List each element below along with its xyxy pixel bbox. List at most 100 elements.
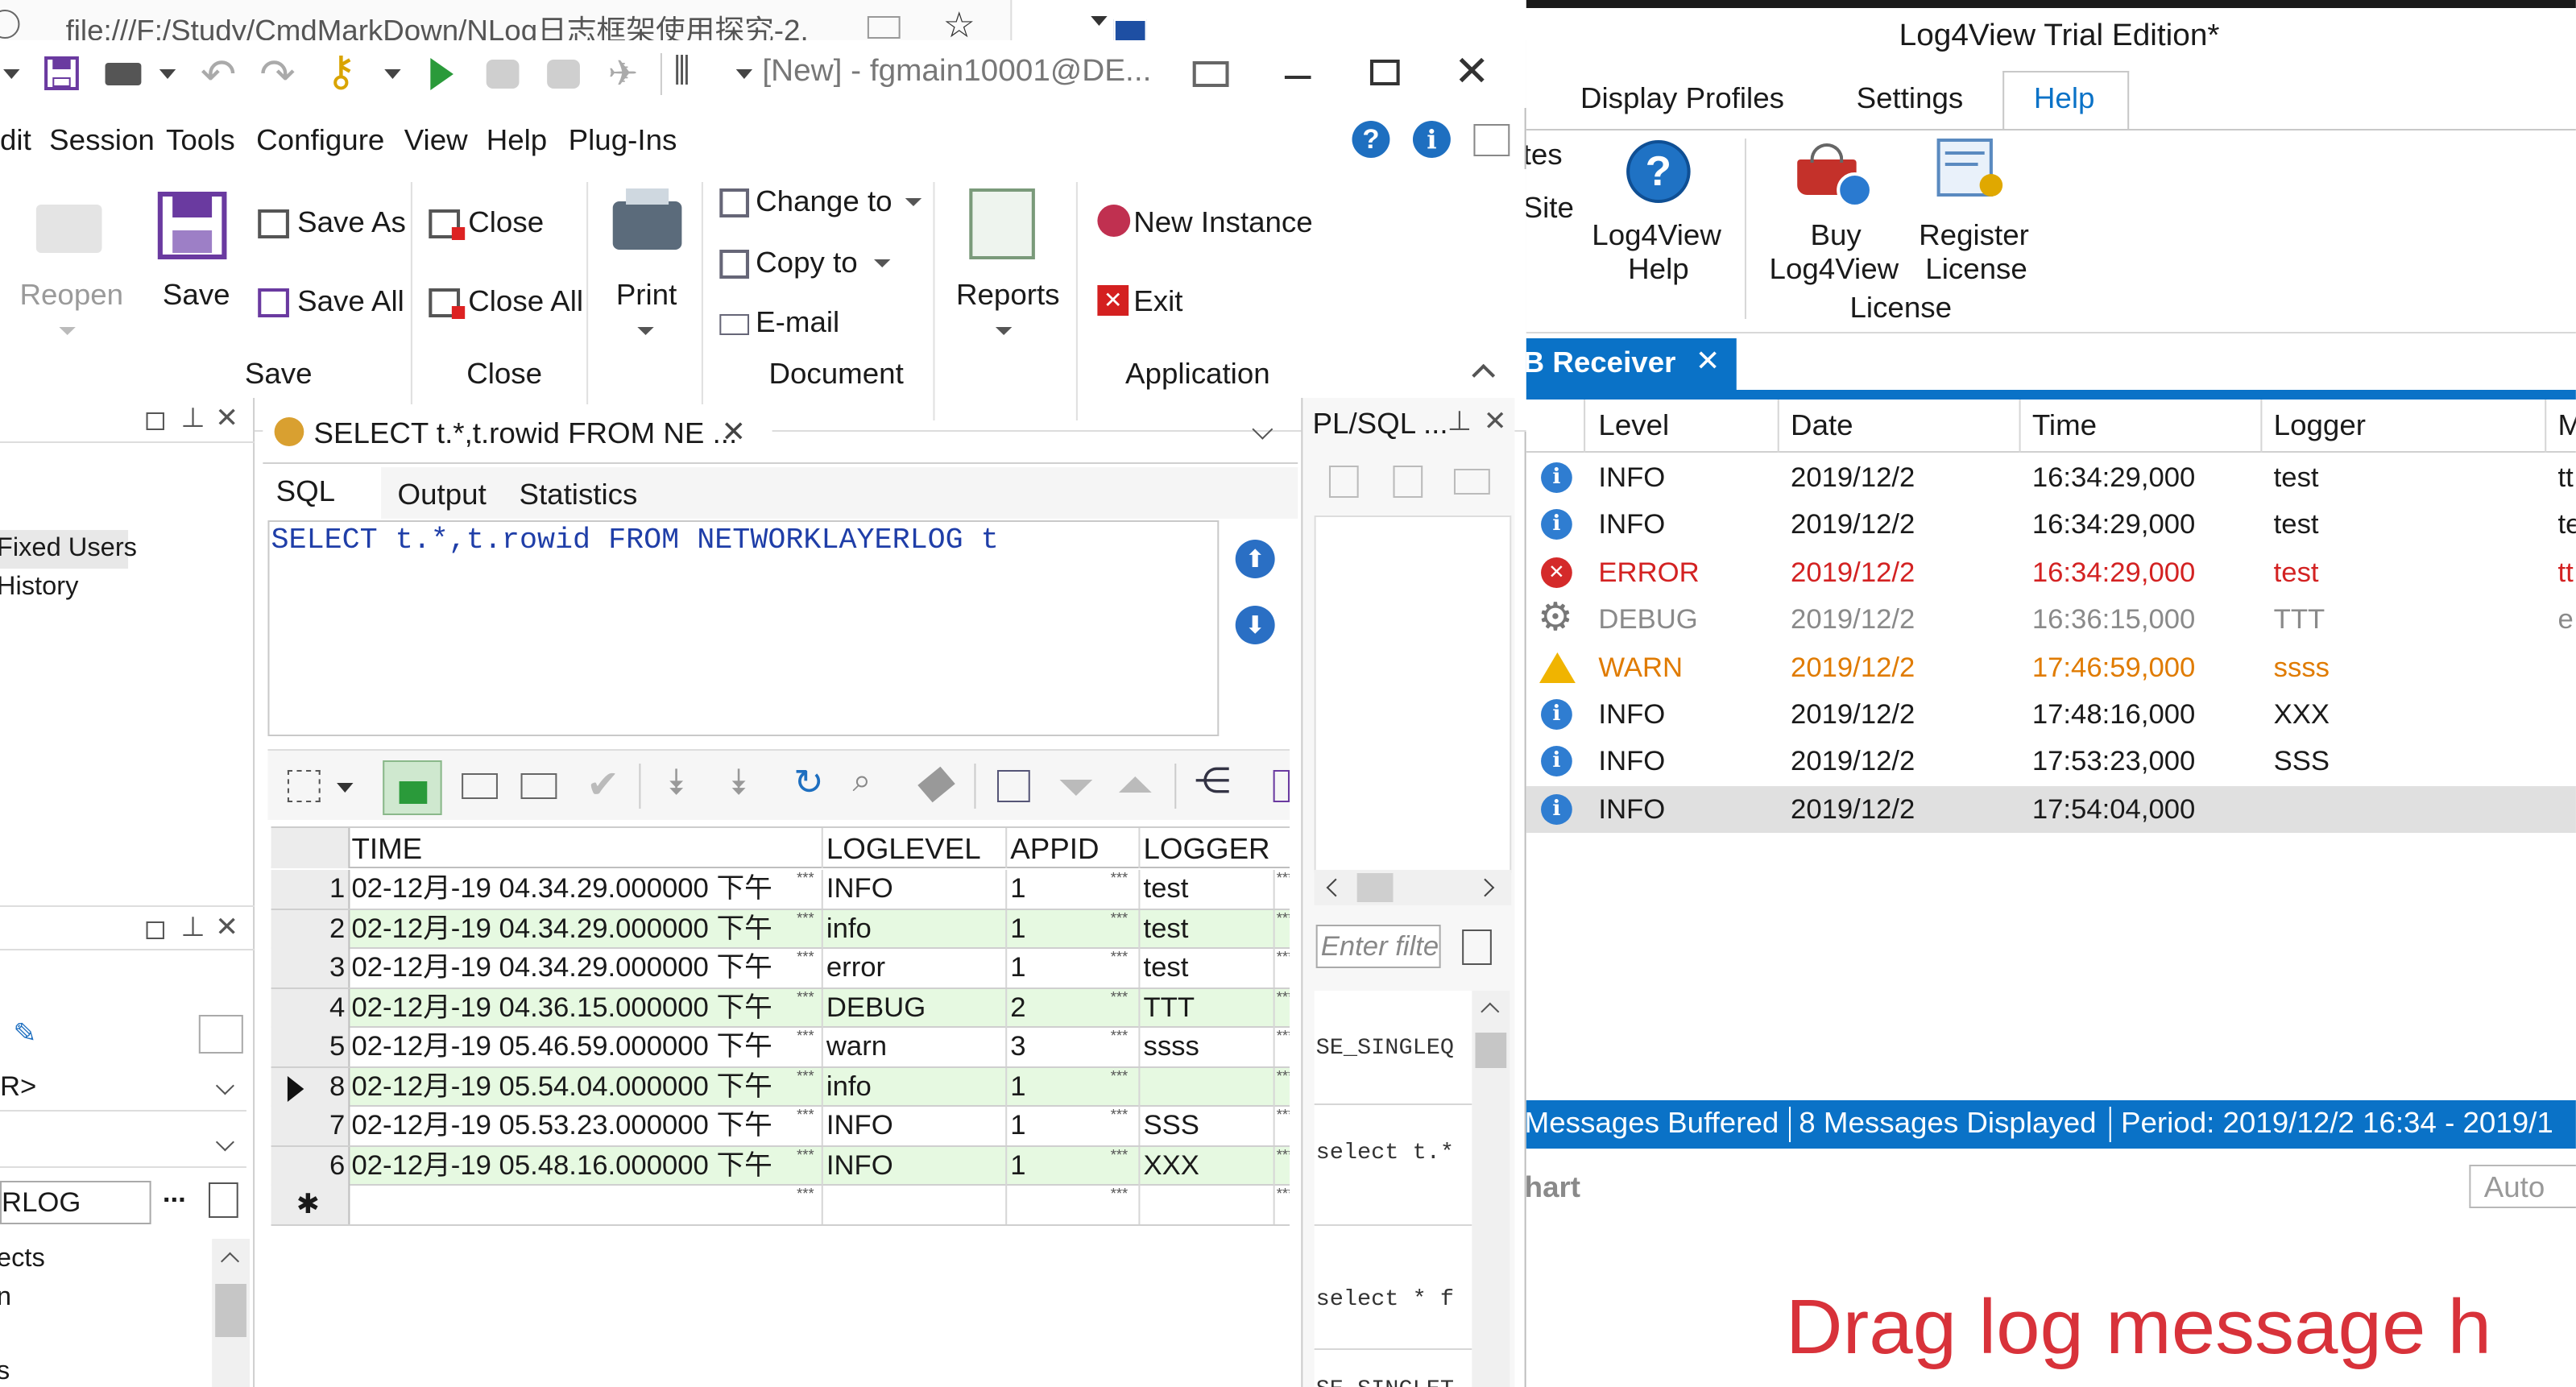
table-row[interactable]: 1 02-12月-19 04.34.29.000000 下午 INFO 1 test **… [271, 870, 1290, 909]
chevron-down-icon[interactable] [995, 327, 1013, 335]
log-cell-time[interactable]: 16:36:15,000 [2032, 596, 2195, 643]
tree-item[interactable]: s [0, 1358, 10, 1387]
chevron-down-icon[interactable] [905, 198, 922, 206]
log-cell-level[interactable]: ERROR [1598, 549, 1699, 596]
cell-expand-marker[interactable]: *** [1111, 1146, 1128, 1162]
cell-time[interactable]: 02-12月-19 04.34.29.000000 下午 [351, 949, 818, 987]
new-instance-button[interactable]: New Instance [1133, 206, 1312, 240]
pin-icon[interactable]: ⊥ [180, 403, 205, 435]
cell-expand-marker[interactable]: *** [1111, 1028, 1128, 1044]
cell-expand-marker[interactable]: *** [1111, 949, 1128, 965]
chevron-down-icon[interactable] [59, 327, 76, 335]
reports-button[interactable]: Reports [956, 279, 1060, 313]
column-message[interactable]: M [2558, 409, 2576, 443]
chevron-down-icon[interactable] [637, 327, 654, 335]
cell-expand-marker[interactable]: *** [797, 1067, 814, 1083]
print-icon[interactable] [105, 63, 142, 85]
cell-expand-marker[interactable]: *** [797, 1028, 814, 1044]
key-icon[interactable]: ⚷ [325, 47, 357, 97]
cell-expand-marker[interactable]: *** [1277, 1186, 1290, 1202]
cell-expand-marker[interactable]: *** [1277, 909, 1290, 925]
float-icon[interactable] [146, 412, 164, 430]
snippet-item[interactable]: select t.* [1316, 1141, 1454, 1166]
row-number[interactable]: 5 [271, 1028, 350, 1066]
menu-view[interactable]: View [404, 124, 468, 158]
cell-logger[interactable]: ssss [1143, 1028, 1274, 1066]
more-button[interactable]: ... [163, 1178, 186, 1210]
save-as-button[interactable]: Save As [297, 206, 406, 240]
log-cell-date[interactable]: 2019/12/2 [1791, 454, 1915, 501]
cell-expand-marker[interactable]: *** [1111, 1067, 1128, 1083]
restore-window-icon[interactable] [1192, 61, 1229, 87]
tab-settings[interactable]: Settings [1857, 82, 1964, 116]
reader-icon[interactable] [867, 16, 901, 39]
log-cell-logger[interactable]: test [2274, 454, 2319, 501]
cell-level[interactable]: INFO [826, 1107, 1004, 1145]
qat-arrow-icon[interactable] [3, 69, 20, 79]
log-cell-logger[interactable]: TTT [2274, 596, 2325, 643]
menu-session[interactable]: Session [49, 124, 155, 158]
row-number[interactable]: 7 [271, 1107, 350, 1145]
log-cell-time[interactable]: 16:34:29,000 [2032, 454, 2195, 501]
log-row[interactable]: i INFO 2019/12/2 17:54:04,000 [1526, 785, 2576, 834]
commit-icon[interactable] [486, 60, 520, 89]
print-button[interactable]: Print [616, 279, 677, 313]
select-icon[interactable] [287, 770, 321, 802]
cell-expand-marker[interactable]: *** [797, 949, 814, 965]
tree-item[interactable]: n [0, 1284, 11, 1313]
insert-record-icon[interactable] [462, 773, 498, 799]
cell-expand-marker[interactable]: *** [1111, 1107, 1128, 1123]
log-row[interactable]: i INFO 2019/12/2 17:53:23,000 SSS [1526, 739, 2576, 786]
log-cell-level[interactable]: INFO [1598, 739, 1665, 785]
sql-editor[interactable]: SELECT t.*,t.rowid FROM NETWORKLAYERLOG … [267, 520, 1220, 736]
prev-sql-button[interactable]: ⬆ [1235, 540, 1275, 578]
filter-tool-icon[interactable]: ✎ [13, 1018, 36, 1050]
reports-icon[interactable] [969, 188, 1035, 259]
log-cell-date[interactable]: 2019/12/2 [1791, 502, 1915, 549]
find-icon[interactable]: ⌕ [853, 764, 872, 801]
log-cell-msg[interactable]: te [2558, 502, 2576, 549]
cell-expand-marker[interactable]: *** [1111, 870, 1128, 886]
log-row[interactable]: i INFO 2019/12/2 17:48:16,000 XXX [1526, 691, 2576, 739]
copy-to-icon[interactable] [719, 250, 750, 279]
filter-down-icon[interactable] [1059, 780, 1093, 796]
log-cell-level[interactable]: DEBUG [1598, 596, 1697, 643]
pin-icon[interactable]: ⊥ [1447, 406, 1472, 438]
undo-icon[interactable]: ↶ [201, 50, 236, 100]
cell-time[interactable]: 02-12月-19 04.34.29.000000 下午 [351, 870, 818, 909]
cell-expand-marker[interactable]: *** [1277, 870, 1290, 886]
cell-expand-marker[interactable]: *** [797, 909, 814, 925]
receiver-tab[interactable]: B Receiver ✕ [1526, 338, 1737, 390]
basket-icon[interactable] [1797, 143, 1874, 208]
tree-scrollbar[interactable] [212, 1239, 251, 1387]
log-cell-time[interactable]: 16:34:29,000 [2032, 549, 2195, 596]
float-icon[interactable] [146, 921, 164, 939]
save-large-icon[interactable] [157, 192, 227, 259]
delete-icon[interactable] [1453, 469, 1490, 495]
buy-line1[interactable]: Buy [1811, 219, 1862, 253]
log-row[interactable]: i INFO 2019/12/2 16:34:29,000 test te [1526, 502, 2576, 549]
chevron-down-icon[interactable] [874, 259, 891, 267]
log-cell-level[interactable]: INFO [1598, 454, 1665, 501]
log-row[interactable]: ⚙ DEBUG 2019/12/2 16:36:15,000 TTT e [1526, 596, 2576, 644]
copy-icon[interactable] [1328, 466, 1359, 498]
column-appid[interactable]: APPID [1010, 833, 1099, 867]
log-cell-date[interactable]: 2019/12/2 [1791, 644, 1915, 690]
new-instance-icon[interactable] [1097, 205, 1131, 237]
dropdown-arrow-icon[interactable] [1091, 16, 1108, 26]
edit-lock-button[interactable] [383, 760, 442, 815]
log-cell-msg[interactable]: tt [2558, 454, 2574, 501]
log4view-help-line1[interactable]: Log4View [1592, 219, 1721, 253]
cell-expand-marker[interactable]: *** [1111, 1186, 1128, 1202]
save-all-icon[interactable] [258, 288, 289, 317]
list-item-fixed-users[interactable]: Fixed Users [0, 535, 137, 564]
settings-sliders-icon[interactable]: ⫴ [673, 50, 690, 95]
subtab-output[interactable]: Output [398, 478, 487, 512]
post-changes-icon[interactable]: ✔ [586, 762, 619, 809]
cell-expand-marker[interactable]: *** [1277, 1067, 1290, 1083]
table-row[interactable]: 8 02-12月-19 05.54.04.000000 下午 info 1 *** ***… [271, 1067, 1290, 1107]
save-button[interactable]: Save [163, 279, 230, 313]
cell-expand-marker[interactable]: *** [1277, 1028, 1290, 1044]
snippet-item[interactable]: SE_SINGLET [1316, 1377, 1454, 1387]
log-cell-level[interactable]: INFO [1598, 691, 1665, 738]
